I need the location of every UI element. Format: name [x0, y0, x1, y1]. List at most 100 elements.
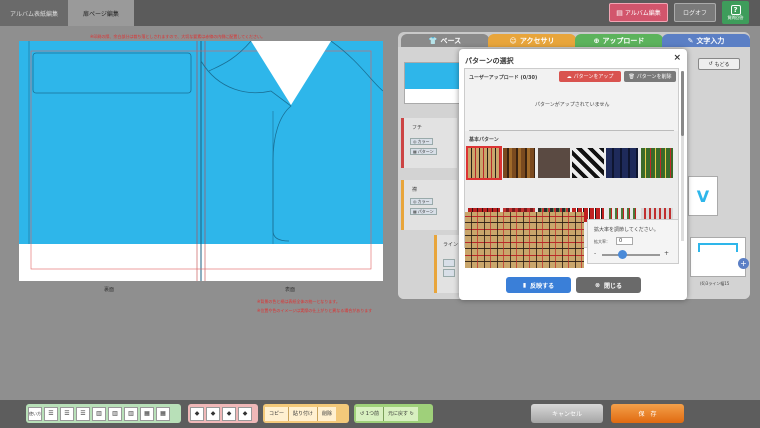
text-icon: ✎ [687, 36, 694, 45]
pattern-swatch[interactable] [641, 148, 673, 178]
canvas-notice-bottom-2: ※位置や色のイメージは実際の仕上がりと異なる場合があります [257, 308, 373, 313]
align-middle-icon[interactable]: ▥ [108, 406, 122, 421]
line-color-button[interactable] [443, 259, 455, 267]
upload-pattern-label: パターンをアップ [573, 74, 614, 80]
palette-icon: ◎ [413, 199, 417, 204]
align-right-icon[interactable]: ☰ [76, 406, 90, 421]
shirt-graphic [19, 41, 383, 281]
pattern-icon: ▦ [413, 149, 417, 154]
shirt-icon: 👕 [428, 36, 438, 45]
undo-icon: ↺ [360, 410, 365, 417]
back-arrow-icon: ↺ [708, 61, 713, 67]
apply-icon: ▮ [522, 281, 527, 289]
tab-text[interactable]: ✎ 文字入力 [662, 34, 750, 47]
align-top-icon[interactable]: ▥ [92, 406, 106, 421]
section-collar: 襟 ◎ カラー ▦ パターン [401, 180, 457, 230]
collar-pattern-button[interactable]: ▦ パターン [410, 208, 437, 215]
pattern-swatch[interactable] [572, 148, 604, 178]
cancel-button[interactable]: キャンセル [531, 404, 603, 423]
layer-tools: ◆ ◆ ◆ ◆ [188, 404, 258, 423]
tab-page-edit[interactable]: 扉ページ編集 [68, 0, 134, 26]
back-label: 裏面 [104, 287, 115, 293]
upload-icon: ⊕ [593, 36, 600, 45]
section-line: ライン [434, 235, 459, 293]
align-center-icon[interactable]: ☰ [60, 406, 74, 421]
undo-label: 1つ前 [365, 411, 379, 417]
pattern-swatch[interactable] [606, 148, 638, 178]
tab-base[interactable]: 👕 ベース [401, 34, 489, 47]
edge-pattern-button[interactable]: ▦ パターン [410, 148, 437, 155]
basic-patterns-label: 基本パターン [469, 137, 499, 143]
pattern-icon: ▦ [413, 209, 417, 214]
history-tools: ↺ 1つ前 元に戻す ↻ [354, 404, 433, 423]
section-line-label: ライン [443, 242, 459, 248]
add-line-button[interactable]: + [738, 258, 749, 269]
book-icon: ▤ [616, 8, 623, 17]
align-bottom-icon[interactable]: ▥ [124, 406, 138, 421]
close-button[interactable]: ⊗ 閉じる [576, 277, 641, 293]
tab-text-label: 文字入力 [696, 36, 725, 45]
line-width-label: (6)3ライン幅15 [700, 281, 730, 286]
align-left-icon[interactable]: ☰ [44, 406, 58, 421]
delete-button[interactable]: 削除 [318, 406, 337, 421]
pattern-swatch[interactable] [538, 148, 570, 178]
howto-button[interactable]: 使い方 [28, 406, 42, 421]
delete-pattern-button[interactable]: 🗑 パターンを削除 [624, 71, 676, 82]
bring-front-icon[interactable]: ◆ [190, 406, 204, 421]
paste-button[interactable]: 貼り付け [289, 406, 319, 421]
collar-color-button[interactable]: ◎ カラー [410, 198, 433, 205]
front-label: 表面 [285, 287, 296, 293]
logoff-button[interactable]: ログオフ [674, 3, 716, 22]
send-back-icon[interactable]: ◆ [238, 406, 252, 421]
shirt-preview [404, 62, 460, 104]
tab-accessory[interactable]: ☺ アクセサリ [488, 34, 576, 47]
upload-pattern-button[interactable]: ☁ パターンをアップ [559, 71, 621, 82]
edge-color-button[interactable]: ◎ カラー [410, 138, 433, 145]
pattern-scrollbar[interactable] [681, 71, 684, 241]
copy-button[interactable]: コピー [265, 406, 290, 421]
redo-icon: ↻ [409, 410, 414, 417]
pattern-preview [465, 212, 584, 268]
send-backward-icon[interactable]: ◆ [222, 406, 236, 421]
line-thumbnail[interactable] [690, 237, 746, 277]
no-upload-message: パターンがアップされていません [535, 102, 610, 108]
scroll-thumb[interactable] [681, 71, 684, 136]
tab-upload-label: アップロード [602, 36, 645, 45]
tab-accessory-label: アクセサリ [519, 36, 555, 45]
apply-button[interactable]: ▮ 反映する [506, 277, 571, 293]
tab-upload[interactable]: ⊕ アップロード [575, 34, 663, 47]
zoom-slider-track[interactable] [602, 254, 660, 256]
divider [469, 130, 674, 131]
close-circle-icon: ⊗ [594, 281, 600, 289]
album-edit-button[interactable]: ▤ アルバム編集 [609, 3, 668, 22]
tab-album-cover[interactable]: アルバム表紙編集 [0, 0, 68, 26]
pattern-swatch[interactable] [503, 148, 535, 178]
line-pattern-button[interactable] [443, 269, 455, 277]
palette-icon: ◎ [413, 139, 417, 144]
help-button[interactable]: ? 質問回答 [722, 1, 749, 24]
pattern-swatch[interactable] [466, 146, 502, 180]
undo-button[interactable]: ↺ 1つ前 [356, 406, 384, 421]
collar-thumbnail[interactable]: V [688, 176, 718, 216]
design-canvas[interactable] [19, 41, 383, 281]
close-label: 閉じる [604, 282, 623, 290]
zoom-input[interactable]: 0 [616, 237, 633, 245]
smile-icon: ☺ [509, 36, 517, 45]
trash-icon: 🗑 [628, 73, 635, 80]
delete-pattern-label: パターンを削除 [636, 74, 672, 80]
save-button[interactable]: 保 存 [611, 404, 684, 423]
zoom-label: 拡大率： [594, 239, 610, 244]
distribute-h-icon[interactable]: ▦ [140, 406, 154, 421]
close-icon[interactable]: × [673, 53, 681, 63]
zoom-box: 拡大率を調節してください。 拡大率： 0 - + [587, 219, 679, 264]
distribute-v-icon[interactable]: ▦ [156, 406, 170, 421]
zoom-plus[interactable]: + [664, 250, 669, 257]
redo-button[interactable]: 元に戻す ↻ [383, 406, 418, 421]
collar-pattern-label: パターン [417, 208, 434, 214]
bring-forward-icon[interactable]: ◆ [206, 406, 220, 421]
zoom-minus[interactable]: - [594, 250, 596, 257]
back-button[interactable]: ↺ もどる [698, 58, 740, 70]
edge-pattern-label: パターン [417, 148, 434, 154]
align-tools: 使い方 ☰ ☰ ☰ ▥ ▥ ▥ ▦ ▦ [26, 404, 181, 423]
zoom-slider-handle[interactable] [618, 250, 627, 259]
